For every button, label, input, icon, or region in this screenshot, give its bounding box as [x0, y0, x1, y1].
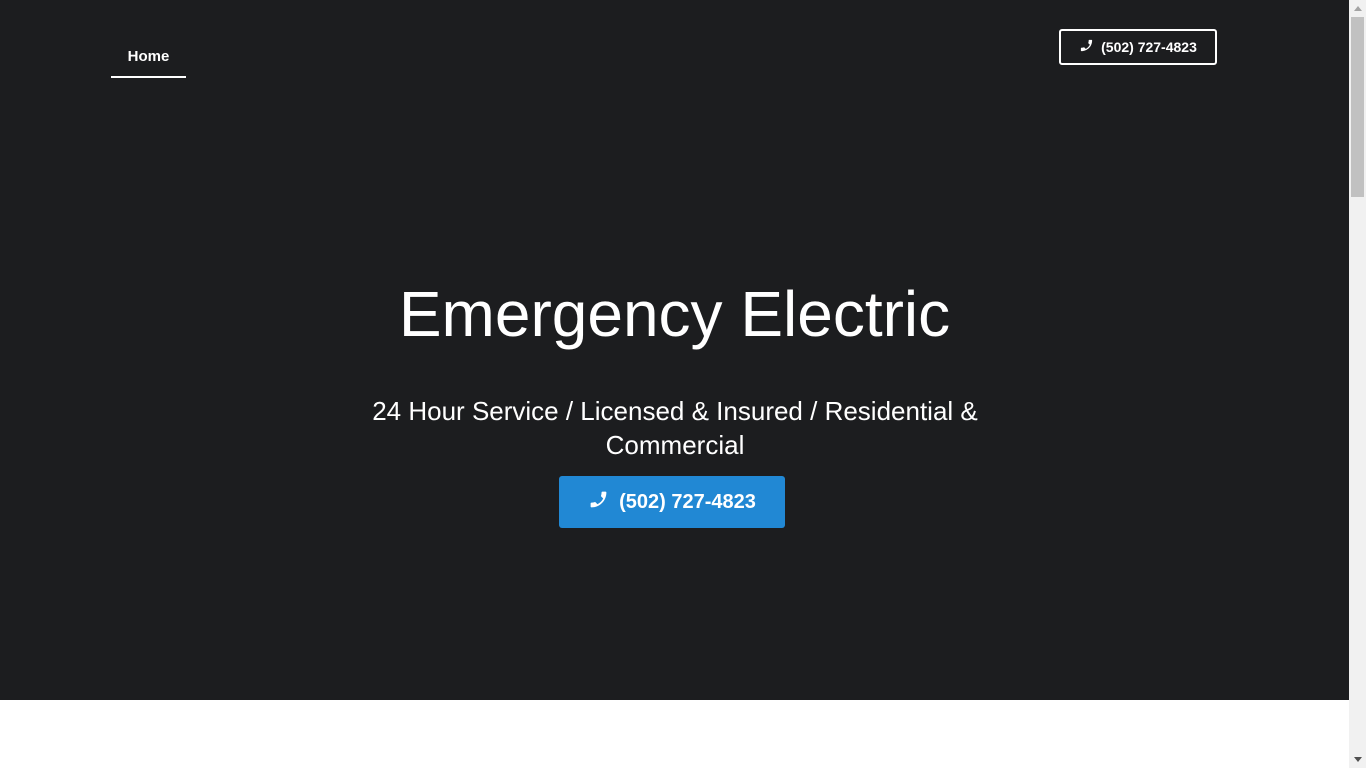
phone-icon	[1079, 38, 1094, 56]
vertical-scrollbar[interactable]	[1349, 0, 1366, 768]
scrollbar-thumb[interactable]	[1351, 17, 1364, 197]
nav-item-label: Home	[127, 48, 170, 65]
call-now-label: (502) 727-4823	[619, 490, 756, 513]
header-phone-button[interactable]: (502) 727-4823	[1059, 29, 1217, 65]
scroll-up-arrow-icon[interactable]	[1349, 0, 1366, 17]
phone-icon	[588, 489, 609, 516]
call-now-button[interactable]: (502) 727-4823	[559, 476, 785, 528]
hero-section: Home (502) 727-4823 Emergency Electric 2…	[0, 0, 1349, 700]
scroll-down-arrow-icon[interactable]	[1349, 751, 1366, 768]
nav-item-home[interactable]: Home	[111, 36, 186, 78]
hero-title: Emergency Electric	[398, 278, 951, 350]
hero-subtitle: 24 Hour Service / Licensed & Insured / R…	[372, 396, 978, 460]
page: Home (502) 727-4823 Emergency Electric 2…	[0, 0, 1366, 768]
header-phone-label: (502) 727-4823	[1101, 39, 1197, 55]
content-section	[0, 700, 1349, 768]
